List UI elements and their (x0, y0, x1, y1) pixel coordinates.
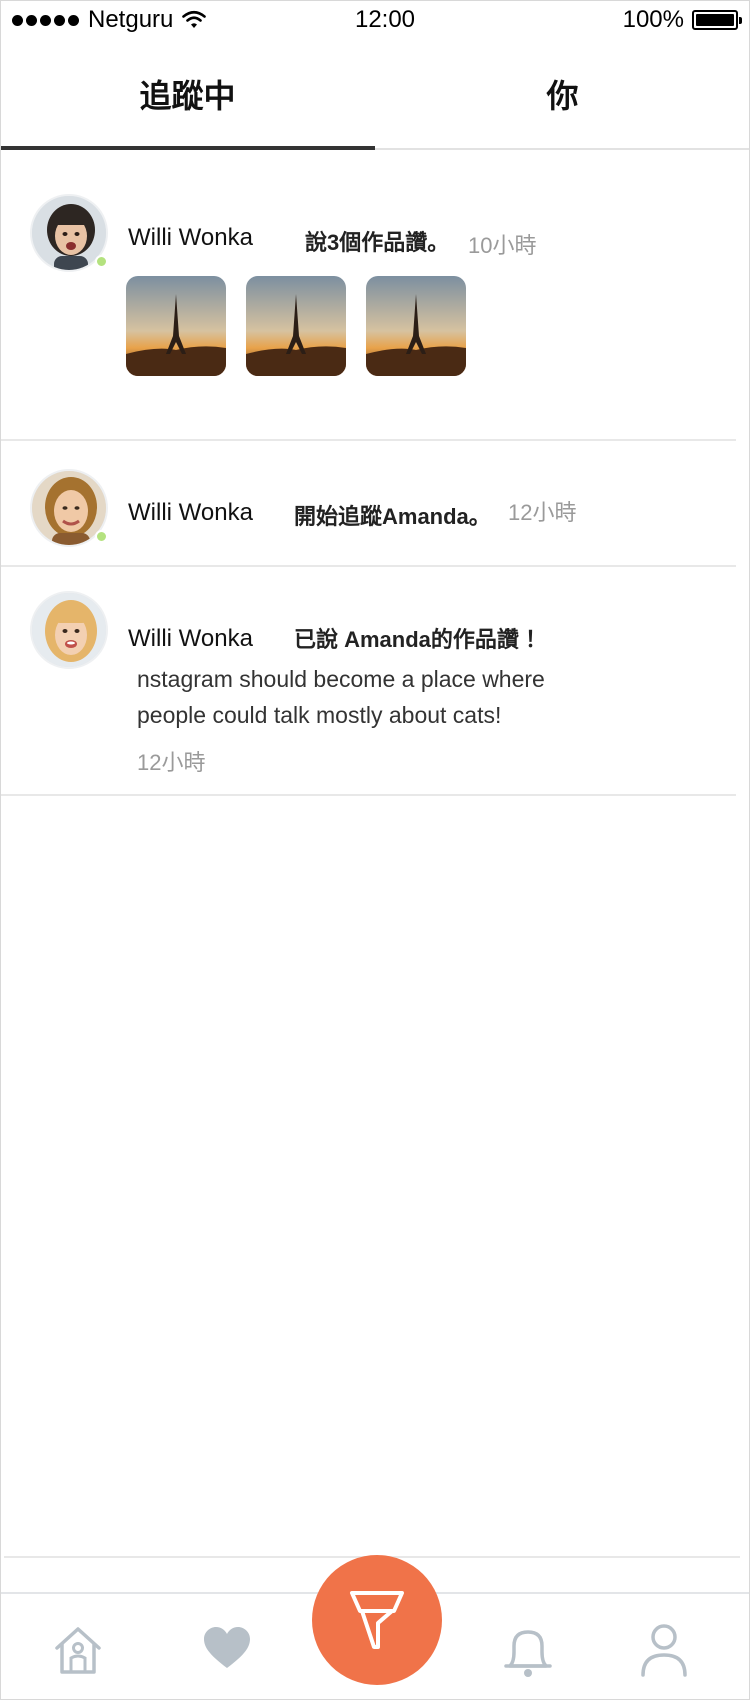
feed-item[interactable]: Willi Wonka 已說 Amanda的作品讚 ！ nstagram sho… (0, 567, 736, 796)
online-status-indicator (95, 530, 108, 543)
avatar[interactable] (30, 194, 108, 272)
username[interactable]: Willi Wonka (128, 499, 253, 527)
profile-icon[interactable] (640, 1622, 688, 1678)
status-bar-right: 100% (622, 6, 742, 34)
activity-tabs: 追蹤中 你 (0, 40, 750, 150)
username[interactable]: Willi Wonka (128, 625, 253, 653)
activity-feed: Willi Wonka 說3個作品讚。 10小時 Willi Wonka 開始追… (0, 152, 750, 796)
online-status-indicator (95, 255, 108, 268)
home-icon[interactable] (52, 1624, 104, 1676)
filter-icon (350, 1591, 404, 1649)
comment-text: nstagram should become a place where peo… (137, 661, 657, 733)
comment-line: nstagram should become a place where (137, 666, 545, 692)
avatar[interactable] (30, 591, 108, 669)
battery-percentage: 100% (622, 6, 684, 33)
heart-icon[interactable] (203, 1626, 251, 1670)
post-thumbnail[interactable] (126, 276, 226, 376)
feed-item[interactable]: Willi Wonka 說3個作品讚。 10小時 (0, 152, 736, 441)
liked-posts (126, 276, 466, 376)
feed-item[interactable]: Willi Wonka 開始追蹤Amanda。 12小時 (0, 441, 736, 567)
tab-you[interactable]: 你 (375, 40, 750, 148)
post-thumbnail[interactable] (246, 276, 346, 376)
eiffel-tower-image (126, 276, 226, 376)
activity-time: 12小時 (508, 500, 577, 525)
battery-icon (692, 10, 742, 30)
activity-screen: Netguru 12:00 100% 追蹤中 你 Willi Wonka 說3個… (0, 0, 750, 1700)
status-bar: Netguru 12:00 100% (0, 0, 750, 40)
post-thumbnail[interactable] (366, 276, 466, 376)
avatar[interactable] (30, 469, 108, 547)
filter-button[interactable] (312, 1555, 442, 1685)
activity-text: 已說 Amanda的作品讚 ！ (294, 627, 548, 652)
eiffel-tower-image (366, 276, 466, 376)
activity-time: 10小時 (468, 233, 537, 258)
eiffel-tower-image (246, 276, 346, 376)
tab-following[interactable]: 追蹤中 (0, 40, 375, 150)
username[interactable]: Willi Wonka (128, 224, 253, 252)
bell-icon[interactable] (502, 1624, 554, 1680)
comment-line: people could talk mostly about cats! (137, 702, 502, 728)
activity-time: 12小時 (137, 750, 206, 775)
activity-text: 開始追蹤Amanda。 (294, 504, 491, 529)
activity-text: 說3個作品讚。 (305, 230, 450, 255)
user-photo-icon (32, 593, 106, 667)
